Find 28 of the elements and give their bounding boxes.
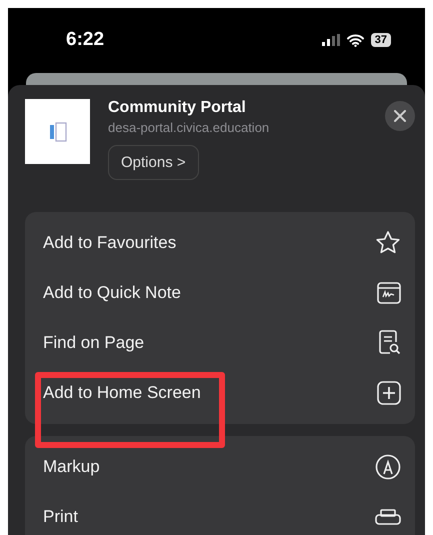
action-label: Add to Favourites xyxy=(43,233,176,253)
pen-circle-icon xyxy=(375,454,401,480)
options-button[interactable]: Options > xyxy=(108,145,199,180)
find-document-icon xyxy=(379,330,401,356)
action-item[interactable]: Markup xyxy=(25,442,415,492)
action-label: Add to Home Screen xyxy=(43,383,201,403)
signal-icon xyxy=(322,34,340,46)
action-label: Find on Page xyxy=(43,333,144,353)
note-icon xyxy=(377,282,401,304)
close-button[interactable] xyxy=(385,101,415,131)
document-icon xyxy=(48,120,68,142)
action-item[interactable]: Add to Quick Note xyxy=(25,268,415,318)
close-icon xyxy=(394,110,406,122)
action-label: Markup xyxy=(43,457,100,477)
star-icon xyxy=(375,230,401,256)
status-time: 6:22 xyxy=(66,29,104,51)
action-item[interactable]: Print xyxy=(25,492,415,535)
wifi-icon xyxy=(346,34,364,46)
page-url: desa-portal.civica.education xyxy=(108,120,270,135)
action-item[interactable]: Find on Page xyxy=(25,318,415,368)
page-title: Community Portal xyxy=(108,99,246,117)
printer-icon xyxy=(375,509,401,525)
add-square-icon xyxy=(377,381,401,405)
battery-level: 37 xyxy=(370,33,391,47)
action-label: Add to Quick Note xyxy=(43,283,181,303)
action-item[interactable]: Add to Favourites xyxy=(25,218,415,268)
action-label: Print xyxy=(43,507,78,527)
action-item[interactable]: Add to Home Screen xyxy=(25,368,415,418)
